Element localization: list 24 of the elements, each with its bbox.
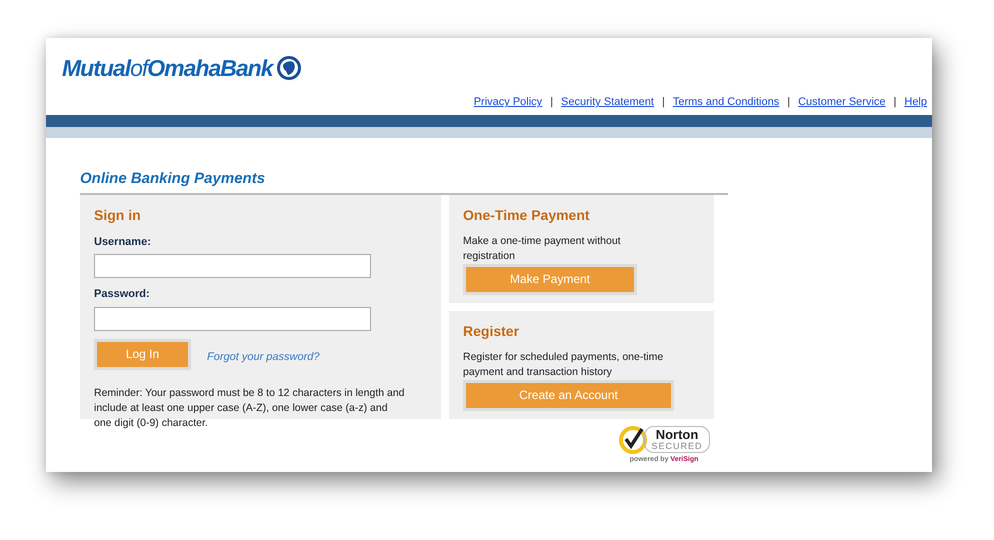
section-heading: One-Time Payment xyxy=(463,206,591,225)
input-field[interactable] xyxy=(94,306,371,330)
forgot-password-link[interactable]: Forgot your password? xyxy=(207,349,320,366)
seal-status-text: SECURED xyxy=(651,441,702,451)
link-separator: | xyxy=(894,95,896,110)
header-link[interactable]: Customer Service xyxy=(798,94,886,111)
header-link[interactable]: Terms and Conditions xyxy=(672,94,780,111)
link-separator: | xyxy=(662,95,665,110)
header-link[interactable]: Privacy Policy xyxy=(474,94,542,111)
field-label: Username: xyxy=(94,234,152,250)
panel-description: Make a one-time payment without registration xyxy=(463,234,622,264)
header-link[interactable]: Security Statement xyxy=(561,94,654,111)
password-reminder-text: Reminder: Your password must be 8 to 12 characters in length and include at least one upper case (A-Z), one lower case (a-z) and one digit (0-9) character. xyxy=(94,386,406,430)
header-link[interactable]: Help xyxy=(904,94,927,111)
checkmark-seal-icon xyxy=(618,424,648,454)
section-heading: Sign in xyxy=(94,206,142,225)
section-heading: Register xyxy=(463,322,520,341)
panel-description: Register for scheduled payments, one-time payment and transaction history xyxy=(463,350,664,380)
bank-logo-text: MutualofOmahaBank xyxy=(62,54,273,83)
field-label: Password: xyxy=(94,287,151,302)
input-field[interactable] xyxy=(94,254,371,278)
link-separator: | xyxy=(550,95,554,110)
link-separator: | xyxy=(787,95,790,110)
seal-brand-text: Norton xyxy=(656,428,698,441)
